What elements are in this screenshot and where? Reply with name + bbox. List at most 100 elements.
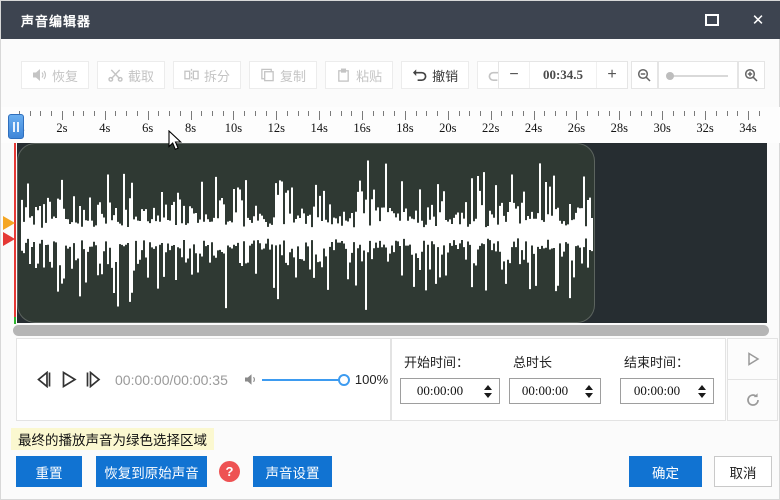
maximize-icon [705, 14, 719, 26]
volume-percent: 100% [355, 372, 388, 387]
timeline-ruler[interactable]: 0s2s4s6s8s10s12s14s16s18s20s22s24s26s28s… [1, 107, 780, 143]
ruler-tick [30, 111, 31, 116]
end-time-spin-arrows [693, 385, 713, 398]
ruler-tick [362, 111, 363, 120]
play-icon [60, 371, 78, 388]
ruler-label: 22s [482, 121, 499, 136]
sound-settings-button[interactable]: 声音设置 [253, 456, 332, 487]
spin-down-icon[interactable] [585, 393, 593, 398]
spin-down-icon[interactable] [698, 393, 706, 398]
ruler-tick [630, 111, 631, 116]
total-duration-label: 总时长 [513, 352, 601, 371]
ruler-tick [566, 111, 567, 116]
reset-button[interactable]: 重置 [16, 456, 82, 487]
paste-button[interactable]: 粘贴 [325, 61, 393, 89]
ruler-tick [694, 111, 695, 116]
split-button[interactable]: 拆分 [173, 61, 241, 89]
total-duration-group: 总时长 [509, 352, 601, 404]
playhead-green-tip [14, 317, 16, 324]
ruler-tick [51, 111, 52, 116]
time-fields-panel: 开始时间： 总时长 结束时间： [391, 338, 726, 421]
ruler-tick [276, 111, 277, 120]
selection-preview-buttons [727, 338, 778, 421]
horizontal-scrollbar[interactable] [13, 325, 769, 336]
selection-start-marker-red[interactable] [3, 232, 15, 246]
ruler-tick [662, 111, 663, 120]
ruler-tick [673, 111, 674, 116]
ruler-tick [137, 111, 138, 116]
ruler-tick [759, 111, 760, 116]
window-title: 声音编辑器 [21, 11, 91, 30]
ruler-tick [158, 111, 159, 116]
ruler-label: 30s [654, 121, 671, 136]
waveform-panel[interactable] [17, 143, 767, 323]
ruler-tick [126, 111, 127, 116]
maximize-button[interactable] [689, 1, 735, 39]
preview-play-button[interactable] [727, 338, 778, 380]
selection-start-marker-orange[interactable] [3, 216, 15, 230]
next-frame-button[interactable] [81, 368, 105, 392]
previous-frame-button[interactable] [33, 368, 57, 392]
start-time-input[interactable] [401, 382, 479, 400]
cancel-button[interactable]: 取消 [714, 456, 772, 487]
restore-sound-button[interactable]: 恢复 [21, 61, 89, 89]
duration-increase-button[interactable]: + [597, 62, 627, 88]
copy-button[interactable]: 复制 [249, 61, 317, 89]
ruler-tick [609, 111, 610, 116]
ruler-tick [426, 111, 427, 116]
ruler-label: 24s [525, 121, 542, 136]
ruler-tick [115, 111, 116, 116]
reset-icon [745, 392, 761, 408]
total-duration-input[interactable] [510, 382, 580, 400]
window-controls: ✕ [689, 1, 780, 39]
ruler-tick [737, 111, 738, 116]
undo-icon [412, 68, 427, 82]
restore-sound-label: 恢复 [52, 66, 78, 85]
ruler-label: 12s [268, 121, 285, 136]
spin-down-icon[interactable] [484, 393, 492, 398]
scissors-icon [108, 68, 123, 82]
undo-button[interactable]: 撤销 [401, 61, 469, 89]
ruler-tick [308, 111, 309, 116]
ruler-tick [83, 111, 84, 116]
zoom-slider-knob[interactable] [666, 72, 674, 80]
waveform-zoom-slider[interactable] [658, 61, 738, 89]
end-time-group: 结束时间： [620, 352, 714, 404]
waveform [17, 143, 767, 323]
cut-button[interactable]: 截取 [97, 61, 165, 89]
playhead-line[interactable] [14, 143, 16, 319]
volume-slider-knob[interactable] [338, 374, 350, 386]
ruler-tick [330, 111, 331, 116]
speaker-icon [32, 68, 47, 82]
end-time-label: 结束时间： [624, 352, 714, 371]
ruler-tick [298, 111, 299, 116]
ruler-tick [351, 111, 352, 116]
duration-decrease-button[interactable]: − [499, 62, 529, 88]
ruler-label: 14s [310, 121, 327, 136]
zoom-out-button[interactable] [631, 61, 658, 89]
play-button[interactable] [57, 368, 81, 392]
help-icon[interactable]: ? [219, 461, 240, 482]
playhead-handle[interactable] [8, 114, 24, 139]
ruler-tick [491, 111, 492, 120]
ruler-tick [373, 111, 374, 116]
ruler-tick [523, 111, 524, 116]
spin-up-icon[interactable] [698, 385, 706, 390]
mouse-cursor [168, 130, 184, 152]
hint-note: 最终的播放声音为绿色选择区域 [11, 428, 214, 450]
volume-icon[interactable] [244, 373, 258, 386]
spin-up-icon[interactable] [484, 385, 492, 390]
end-time-input[interactable] [621, 382, 693, 400]
ruler-tick [501, 111, 502, 116]
volume-slider[interactable] [262, 373, 346, 387]
spin-up-icon[interactable] [585, 385, 593, 390]
total-duration-spinbox [509, 378, 601, 404]
restore-original-sound-button[interactable]: 恢复到原始声音 [96, 456, 207, 487]
ruler-label: 8s [185, 121, 196, 136]
zoom-in-button[interactable] [738, 61, 765, 89]
ruler-tick [651, 111, 652, 116]
ruler-label: 2s [56, 121, 67, 136]
close-button[interactable]: ✕ [735, 1, 780, 39]
selection-reset-button[interactable] [727, 379, 778, 421]
ok-button[interactable]: 确定 [629, 456, 702, 487]
